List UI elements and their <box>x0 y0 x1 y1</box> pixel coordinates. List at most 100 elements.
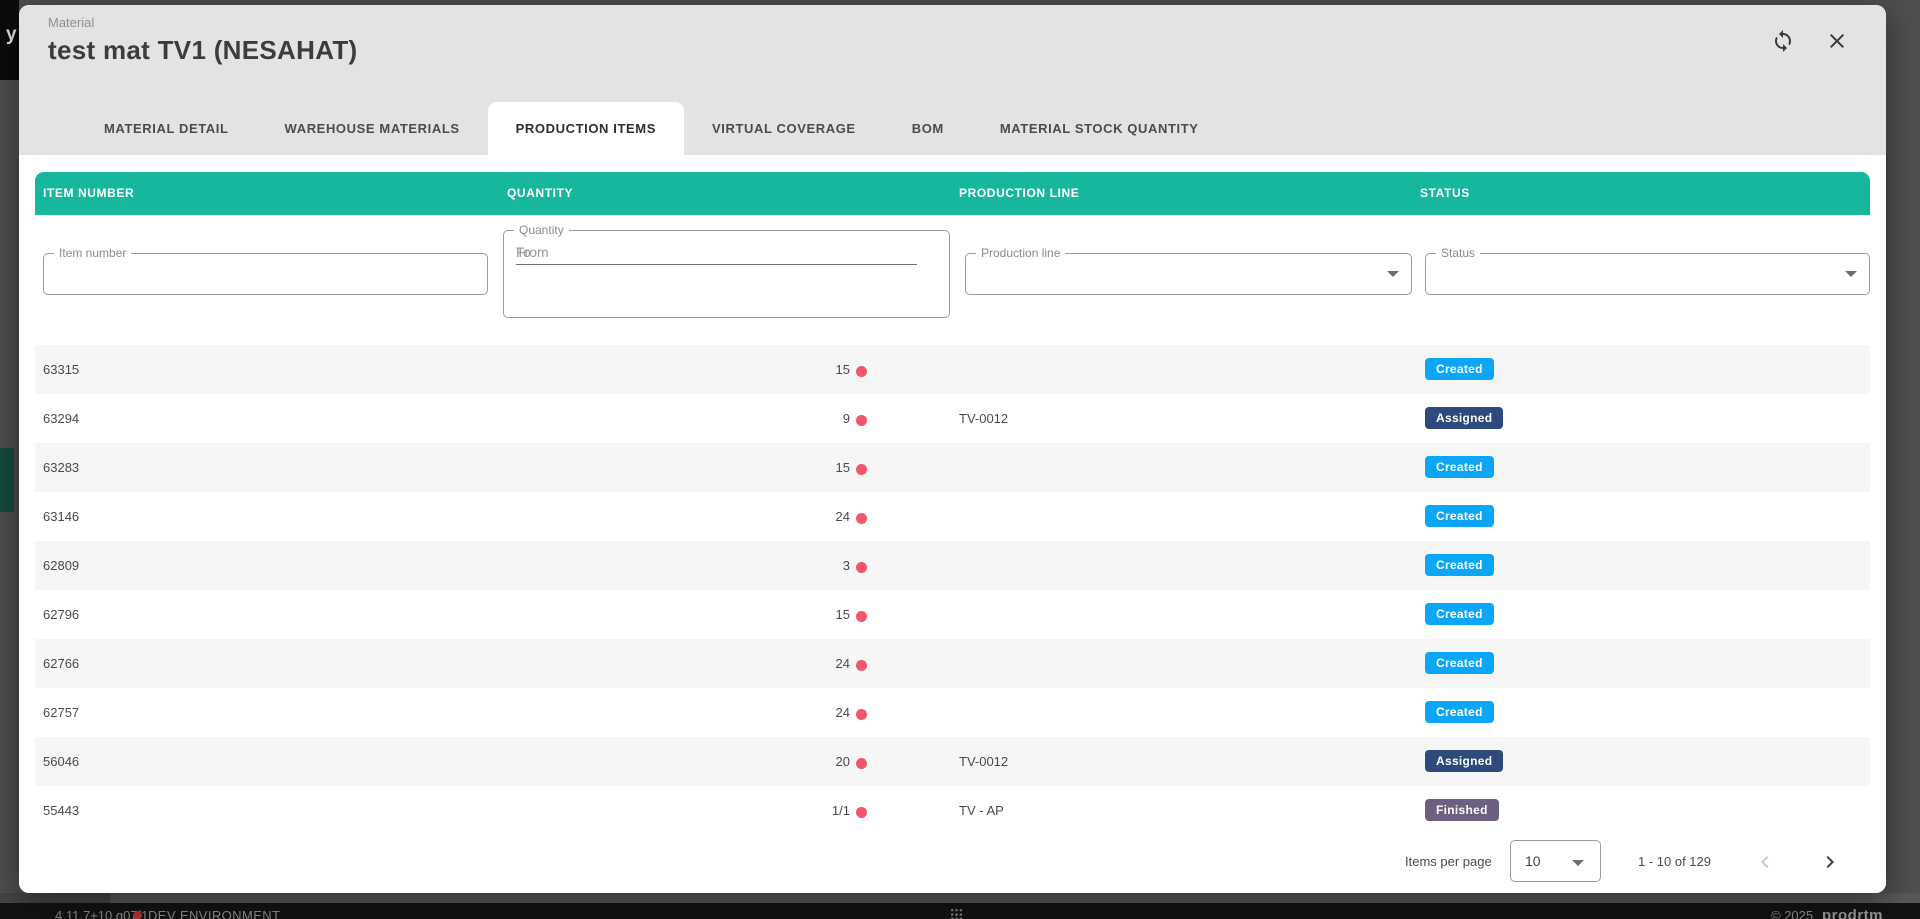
quantity-cell: 24 <box>650 509 850 524</box>
filter-row: Item number Quantity Production line Sta… <box>19 215 1886 335</box>
column-header-quantity: QUANTITY <box>507 186 573 200</box>
table-row[interactable]: 63146 24 Created <box>35 492 1870 541</box>
quantity-indicator-dot <box>856 611 867 622</box>
item-number-cell: 62796 <box>43 607 79 622</box>
table-row[interactable]: 62796 15 Created <box>35 590 1870 639</box>
chevron-right-icon <box>1818 850 1842 877</box>
item-number-cell: 62766 <box>43 656 79 671</box>
status-badge: Created <box>1425 701 1494 723</box>
refresh-icon <box>1771 29 1795 56</box>
tab-bom[interactable]: BOM <box>884 102 972 155</box>
tab-material-stock-quantity[interactable]: MATERIAL STOCK QUANTITY <box>972 102 1227 155</box>
quantity-cell: 20 <box>650 754 850 769</box>
quantity-indicator-dot <box>856 562 867 573</box>
quantity-indicator-dot <box>856 660 867 671</box>
quantity-cell: 15 <box>650 362 850 377</box>
status-filter-select[interactable]: Status <box>1425 253 1870 295</box>
quantity-indicator-dot <box>856 807 867 818</box>
previous-page-button[interactable] <box>1751 849 1779 877</box>
brand-logo: prodrtm <box>1822 907 1883 919</box>
status-badge: Assigned <box>1425 407 1503 429</box>
status-badge: Assigned <box>1425 750 1503 772</box>
column-header-status: STATUS <box>1420 186 1470 200</box>
items-per-page-label: Items per page <box>1405 854 1492 869</box>
next-page-button[interactable] <box>1816 849 1844 877</box>
chevron-left-icon <box>1753 850 1777 877</box>
quantity-to-input[interactable] <box>516 239 917 265</box>
quantity-indicator-dot <box>856 415 867 426</box>
item-number-cell: 63315 <box>43 362 79 377</box>
quantity-cell: 1/1 <box>650 803 850 818</box>
quantity-indicator-dot <box>856 366 867 377</box>
status-badge: Finished <box>1425 799 1499 821</box>
table-row[interactable]: 55443 1/1 TV - AP Finished <box>35 786 1870 835</box>
modal-title: test mat TV1 (NESAHAT) <box>48 35 358 66</box>
table-row[interactable]: 628093Created <box>35 541 1870 590</box>
quantity-cell: 24 <box>650 656 850 671</box>
modal-tabbar: MATERIAL DETAILWAREHOUSE MATERIALSPRODUC… <box>76 102 1227 155</box>
app-footer-bar: 4.11.7+10.g07f1 DEV ENVIRONMENT © 2025 p… <box>0 903 1920 919</box>
tab-virtual-coverage[interactable]: VIRTUAL COVERAGE <box>684 102 884 155</box>
tab-production-items[interactable]: PRODUCTION ITEMS <box>488 102 684 155</box>
quantity-indicator-dot <box>856 513 867 524</box>
quantity-filter-group[interactable]: Quantity <box>503 230 950 318</box>
tab-warehouse-materials[interactable]: WAREHOUSE MATERIALS <box>257 102 488 155</box>
page-size-value: 10 <box>1525 853 1541 869</box>
status-badge: Created <box>1425 358 1494 380</box>
item-number-filter-label: Item number <box>54 246 131 260</box>
page-size-select[interactable]: 10 <box>1510 840 1601 882</box>
apps-grid-icon[interactable] <box>950 908 963 919</box>
app-header-dimmed: y <box>0 0 19 80</box>
column-header-item-number: ITEM NUMBER <box>43 186 134 200</box>
production-line-cell: TV - AP <box>959 803 1004 818</box>
table-row[interactable]: 632949TV-0012Assigned <box>35 394 1870 443</box>
item-number-cell: 62757 <box>43 705 79 720</box>
table-row[interactable]: 63315 15 Created <box>35 345 1870 394</box>
item-number-cell: 62809 <box>43 558 79 573</box>
table-body: 6331515Created632949TV-0012Assigned63283… <box>35 345 1870 835</box>
status-badge: Created <box>1425 652 1494 674</box>
quantity-cell: 3 <box>650 558 850 573</box>
item-number-filter-field[interactable]: Item number <box>43 253 488 295</box>
production-line-filter-label: Production line <box>976 246 1065 260</box>
close-button[interactable] <box>1822 27 1852 57</box>
close-icon <box>1825 29 1849 56</box>
item-number-cell: 63294 <box>43 411 79 426</box>
quantity-indicator-dot <box>856 758 867 769</box>
quantity-indicator-dot <box>856 464 867 475</box>
backdrop-band-dark <box>0 893 110 903</box>
refresh-button[interactable] <box>1768 27 1798 57</box>
app-logo-partial: y <box>6 24 17 46</box>
item-number-filter-input[interactable] <box>56 262 455 278</box>
environment-status-dot <box>133 911 142 919</box>
status-badge: Created <box>1425 505 1494 527</box>
backdrop-band <box>0 893 1920 903</box>
quantity-filter-label: Quantity <box>514 223 569 237</box>
modal-eyebrow: Material <box>48 15 94 30</box>
production-line-cell: TV-0012 <box>959 754 1008 769</box>
environment-label: DEV ENVIRONMENT <box>148 908 280 919</box>
item-number-cell: 55443 <box>43 803 79 818</box>
production-line-cell: TV-0012 <box>959 411 1008 426</box>
table-row[interactable]: 5604620TV-0012Assigned <box>35 737 1870 786</box>
table-row[interactable]: 62766 24 Created <box>35 639 1870 688</box>
copyright-label: © 2025 <box>1771 908 1813 919</box>
column-header-production-line: PRODUCTION LINE <box>959 186 1079 200</box>
item-number-cell: 63146 <box>43 509 79 524</box>
quantity-indicator-dot <box>856 709 867 720</box>
status-badge: Created <box>1425 603 1494 625</box>
quantity-cell: 15 <box>650 460 850 475</box>
table-row[interactable]: 62757 24 Created <box>35 688 1870 737</box>
status-filter-label: Status <box>1436 246 1480 260</box>
pagination-range-label: 1 - 10 of 129 <box>1638 854 1711 869</box>
chevron-down-icon <box>1387 271 1399 277</box>
status-badge: Created <box>1425 456 1494 478</box>
material-modal: Material test mat TV1 (NESAHAT) MATERIAL… <box>19 5 1886 893</box>
quantity-cell: 24 <box>650 705 850 720</box>
table-row[interactable]: 63283 15 Created <box>35 443 1870 492</box>
chevron-down-icon <box>1572 860 1584 866</box>
quantity-cell: 15 <box>650 607 850 622</box>
tab-material-detail[interactable]: MATERIAL DETAIL <box>76 102 257 155</box>
production-line-filter-select[interactable]: Production line <box>965 253 1412 295</box>
item-number-cell: 63283 <box>43 460 79 475</box>
